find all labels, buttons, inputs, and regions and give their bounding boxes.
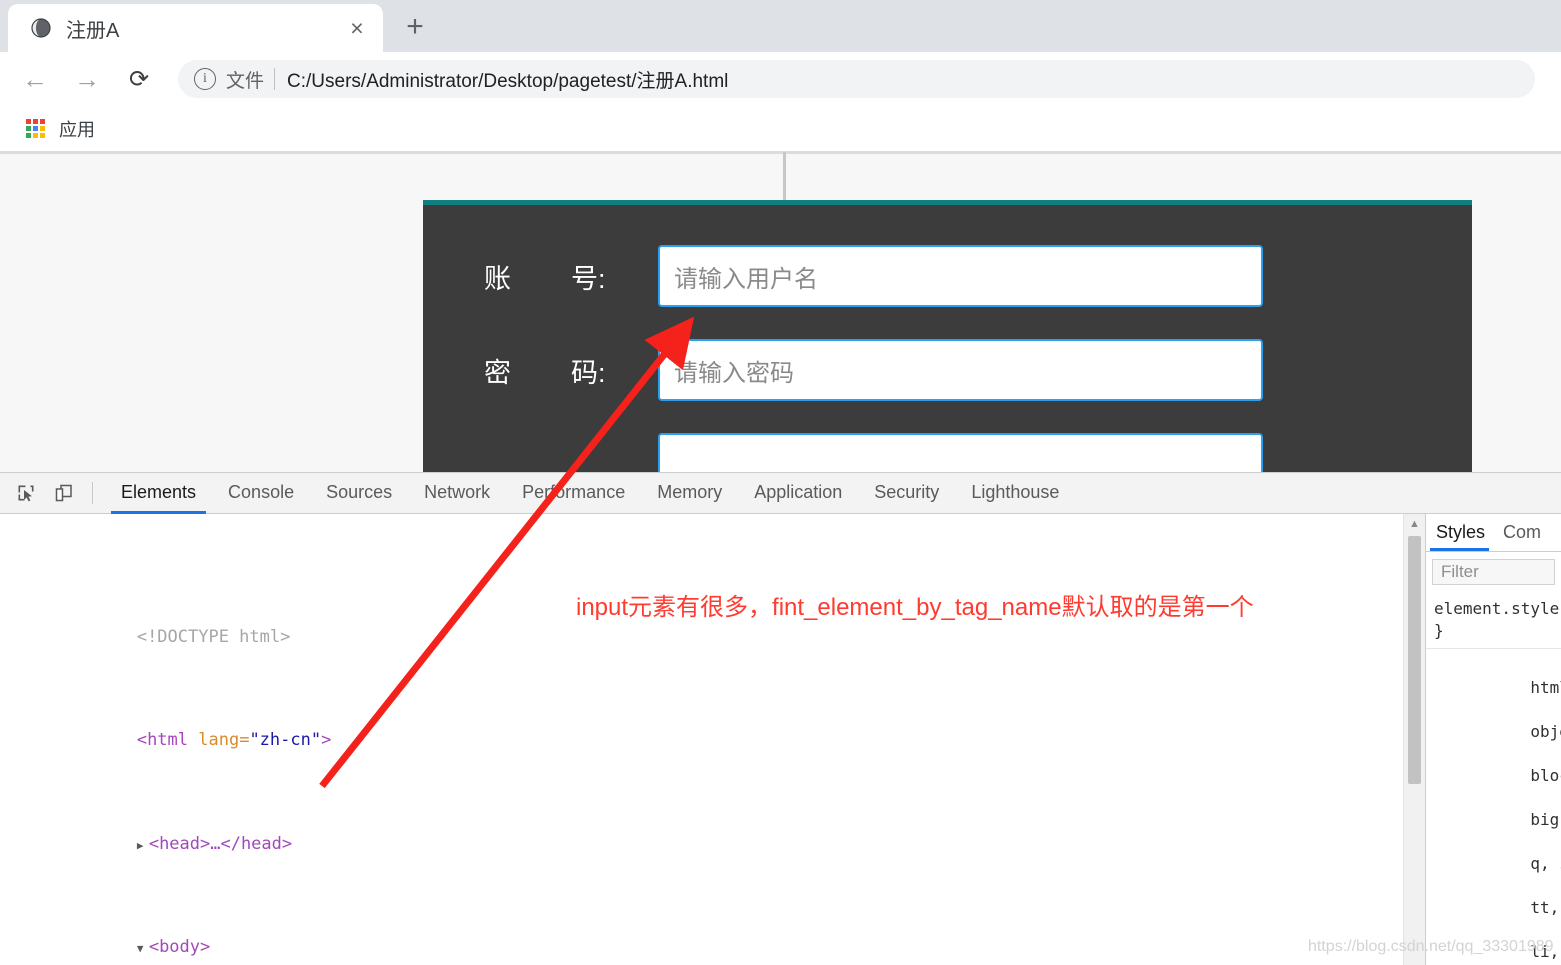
browser-window: 注册A × + ← → ⟳ i 文件 C:/Users/Administrato… — [0, 0, 1561, 965]
dom-tree-pane[interactable]: <!DOCTYPE html> <html lang="zh-cn"> ▶ <he… — [0, 514, 1425, 965]
dom-tree: <!DOCTYPE html> <html lang="zh-cn"> ▶ <he… — [0, 514, 1425, 965]
page-top-edge — [0, 152, 1561, 154]
omnibox-divider — [274, 68, 276, 90]
apps-grid-dot — [26, 133, 31, 138]
browser-toolbar: ← → ⟳ i 文件 C:/Users/Administrator/Deskto… — [0, 52, 1561, 106]
username-placeholder: 请输入用户名 — [674, 265, 818, 293]
toolbar-divider — [92, 482, 93, 504]
style-rule-selector: element.style — [1434, 599, 1560, 618]
scrollbar-thumb[interactable] — [1408, 536, 1421, 784]
tab-security[interactable]: Security — [858, 473, 955, 514]
scroll-up-icon[interactable]: ▲ — [1404, 514, 1425, 534]
bookmark-label: 应用 — [59, 119, 95, 140]
style-sel-line: object, ifra — [1530, 722, 1561, 741]
page-vertical-divider — [783, 152, 786, 200]
close-icon[interactable]: × — [343, 14, 371, 42]
password-input[interactable]: 请输入密码 — [658, 339, 1263, 401]
form-row-password: 密 码: 请输入密码 — [423, 339, 1472, 401]
apps-grid-dot — [40, 126, 45, 131]
apps-grid-icon — [26, 119, 45, 138]
bookmarks-bar: 应用 — [0, 106, 1561, 152]
tab-computed[interactable]: Com — [1493, 516, 1549, 551]
url-text: C:/Users/Administrator/Desktop/pagetest/… — [287, 70, 729, 92]
apps-grid-dot — [40, 119, 45, 124]
style-sel-line: q, s, samp, — [1530, 854, 1561, 873]
dom-line[interactable]: ▼ <body> — [0, 909, 1425, 957]
inspect-cursor-icon[interactable] — [10, 478, 42, 508]
tab-styles[interactable]: Styles — [1426, 516, 1493, 551]
styles-pane: Styles Com Filter element.style} html, b… — [1425, 514, 1561, 965]
styles-tab-bar: Styles Com — [1426, 514, 1561, 552]
tab-lighthouse[interactable]: Lighthouse — [955, 473, 1075, 514]
tab-network[interactable]: Network — [408, 473, 506, 514]
style-rule-element[interactable]: element.style} — [1426, 592, 1561, 649]
registration-panel: 账 号: 请输入用户名 密 码: 请输入密码 — [423, 200, 1472, 472]
tab-sources[interactable]: Sources — [310, 473, 408, 514]
globe-icon — [30, 17, 52, 39]
apps-grid-dot — [26, 119, 31, 124]
device-toggle-icon[interactable] — [48, 478, 80, 508]
apps-grid-dot — [33, 119, 38, 124]
username-input[interactable]: 请输入用户名 — [658, 245, 1263, 307]
dom-doctype: <!DOCTYPE html> — [136, 627, 291, 648]
scheme-label: 文件 — [226, 70, 265, 92]
tab-elements[interactable]: Elements — [105, 473, 212, 514]
dom-body: <body> — [148, 936, 211, 957]
style-sel-line: big, cite, c — [1530, 810, 1561, 829]
form-row-clipped — [423, 433, 1472, 472]
annotation-text: input元素有很多，fint_element_by_tag_name默认取的是… — [576, 594, 1254, 621]
dom-line[interactable]: ▶ <head>…</head> — [0, 806, 1425, 854]
dom-line[interactable]: <html lang="zh-cn"> — [0, 703, 1425, 750]
dom-html-val: "zh-cn" — [249, 730, 322, 751]
form-row-username: 账 号: 请输入用户名 — [423, 245, 1472, 307]
reload-icon[interactable]: ⟳ — [118, 58, 160, 100]
back-icon[interactable]: ← — [14, 58, 56, 100]
address-bar[interactable]: i 文件 C:/Users/Administrator/Desktop/page… — [178, 60, 1535, 98]
password-placeholder: 请输入密码 — [674, 359, 794, 387]
tab-memory[interactable]: Memory — [641, 473, 738, 514]
style-sel-line: tt, var, b, — [1530, 898, 1560, 917]
clipped-input[interactable] — [658, 433, 1263, 472]
browser-tab[interactable]: 注册A × — [8, 4, 383, 52]
dom-html-tag: <html — [136, 730, 189, 751]
dom-html-gt: > — [321, 730, 332, 751]
style-sel-line: blockquote, — [1530, 766, 1561, 785]
devtools-tab-bar: Elements Console Sources Network Perform… — [0, 473, 1561, 514]
dom-scrollbar[interactable]: ▲ — [1403, 514, 1425, 965]
tab-title: 注册A — [66, 19, 120, 42]
styles-filter-input[interactable]: Filter — [1432, 559, 1555, 585]
forward-icon[interactable]: → — [66, 58, 108, 100]
bookmark-item-apps[interactable]: 应用 — [18, 112, 103, 146]
devtools-body: <!DOCTYPE html> <html lang="zh-cn"> ▶ <he… — [0, 514, 1561, 965]
tab-application[interactable]: Application — [738, 473, 858, 514]
apps-grid-dot — [33, 126, 38, 131]
tab-performance[interactable]: Performance — [506, 473, 641, 514]
dom-html-attr: lang= — [188, 730, 250, 751]
username-label: 账 号: — [484, 263, 606, 294]
dom-head: <head>…</head> — [148, 833, 293, 854]
chevron-right-icon[interactable]: ▶ — [137, 833, 149, 859]
watermark: https://blog.csdn.net/qq_33301989 — [1308, 938, 1554, 955]
apps-grid-dot — [40, 133, 45, 138]
devtools-panel: Elements Console Sources Network Perform… — [0, 472, 1561, 965]
apps-grid-dot — [33, 133, 38, 138]
style-sel-line: html, body, — [1530, 678, 1561, 697]
new-tab-button[interactable]: + — [393, 5, 437, 49]
tab-strip: 注册A × + — [0, 0, 1561, 52]
apps-grid-dot — [26, 126, 31, 131]
style-rule-brace: } — [1434, 621, 1444, 640]
style-rule-ua[interactable]: html, body, object, ifra blockquote, big… — [1426, 649, 1561, 965]
page-viewport: 账 号: 请输入用户名 密 码: 请输入密码 — [0, 152, 1561, 472]
password-label: 密 码: — [484, 357, 606, 388]
info-icon[interactable]: i — [194, 68, 216, 90]
chevron-down-icon[interactable]: ▼ — [137, 936, 149, 962]
tab-console[interactable]: Console — [212, 473, 310, 514]
